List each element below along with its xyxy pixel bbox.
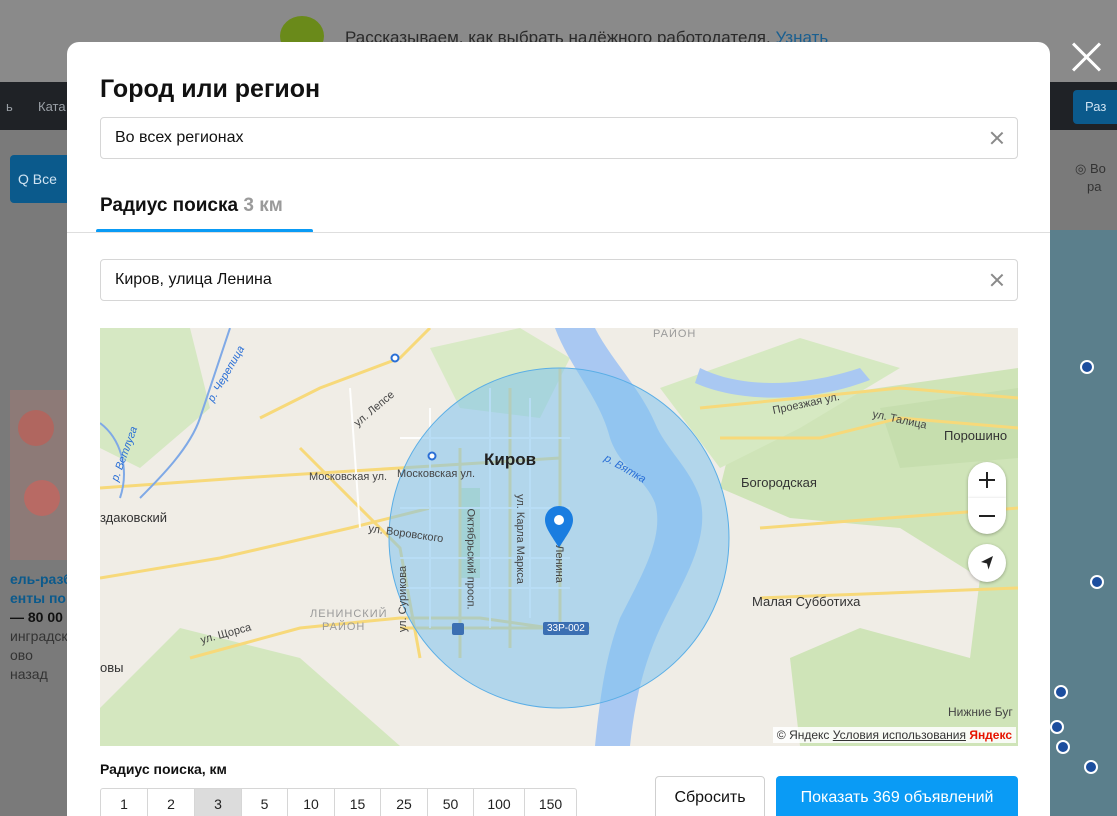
card-date: назад: [10, 666, 48, 682]
location-line-2: ра: [1087, 179, 1102, 194]
navigation-arrow-icon: [981, 556, 993, 570]
nav-post-button: Раз: [1073, 90, 1117, 124]
region-field[interactable]: [100, 117, 1018, 159]
background-card-text: ель-разб енты по — 80 00 инградск ово на…: [10, 570, 72, 684]
yandex-logo[interactable]: Яндекс: [969, 728, 1012, 742]
card-price: — 80 00: [10, 609, 63, 625]
tab-label: Радиус поиска: [100, 195, 239, 216]
map-label-leninsky-2: РАЙОН: [322, 621, 366, 633]
address-field[interactable]: [100, 259, 1018, 301]
nav-item-partial: ь: [6, 99, 13, 114]
map-label-city: Киров: [484, 450, 537, 469]
map-label-ovy: овы: [100, 660, 124, 675]
background-card-photo: [10, 390, 68, 560]
map-label-bogorodskaya: Богородская: [741, 475, 817, 490]
card-title-line-2: енты по: [10, 590, 66, 606]
map-label-oktyabrsky: Октябрьский просп.: [464, 508, 477, 610]
nav-item-catalog: Ката: [38, 99, 66, 114]
map-label-zdakovsky: здаковский: [100, 510, 168, 525]
tabs-divider: [67, 232, 1050, 233]
radius-option-3[interactable]: 3: [195, 789, 242, 816]
reset-button[interactable]: Сбросить: [655, 776, 765, 816]
radius-option-150[interactable]: 150: [525, 789, 576, 816]
location-pin-icon: ◎: [1075, 161, 1090, 176]
card-title-line-1: ель-разб: [10, 571, 72, 587]
radius-option-5[interactable]: 5: [242, 789, 288, 816]
map-road-badge: 33Р-002: [543, 622, 589, 635]
tab-radius-value: 3 км: [243, 195, 283, 216]
background-map: [1050, 230, 1117, 816]
map-label-leninsky-1: ЛЕНИНСКИЙ: [310, 608, 388, 620]
radius-option-15[interactable]: 15: [335, 789, 381, 816]
map-label-malaya-subbotikha: Малая Субботиха: [752, 594, 861, 609]
attribution-copyright: © Яндекс: [776, 728, 830, 742]
clear-region-icon[interactable]: [987, 128, 1007, 148]
modal-title: Город или регион: [100, 75, 321, 103]
radius-option-10[interactable]: 10: [288, 789, 335, 816]
radius-label: Радиус поиска, км: [100, 761, 227, 777]
map-label-lenina: Ленина: [552, 545, 565, 583]
location-modal: Город или регион Радиус поиска 3 км: [67, 42, 1050, 816]
locate-button[interactable]: [968, 544, 1006, 582]
radius-option-25[interactable]: 25: [381, 789, 428, 816]
map-label-moskovskaya-2: Московская ул.: [397, 468, 476, 480]
map-label-karla-marksa: ул. Карла Маркса: [513, 494, 526, 584]
clear-address-icon[interactable]: [987, 270, 1007, 290]
radius-option-1[interactable]: 1: [101, 789, 148, 816]
map-marker: [1050, 720, 1064, 734]
map-marker: [1084, 760, 1098, 774]
background-search-button: Q Все: [10, 155, 68, 203]
location-line-1: Во: [1089, 161, 1106, 176]
card-address-1: инградск: [10, 628, 68, 644]
region-input[interactable]: [115, 118, 975, 158]
map[interactable]: РАЙОН Проезжая ул. ул. Талица Порошино Б…: [100, 328, 1018, 746]
background-location: ◎ Во ра: [1075, 160, 1106, 196]
radius-option-50[interactable]: 50: [428, 789, 474, 816]
show-listings-button[interactable]: Показать 369 объявлений: [776, 776, 1018, 816]
radius-selector: 1 2 3 5 10 15 25 50 100 150: [100, 788, 577, 816]
terms-of-use-link[interactable]: Условия использования: [833, 728, 966, 742]
map-marker: [1054, 685, 1068, 699]
radius-option-2[interactable]: 2: [148, 789, 195, 816]
radius-option-100[interactable]: 100: [474, 789, 525, 816]
map-marker: [1090, 575, 1104, 589]
card-address-2: ово: [10, 647, 33, 663]
map-label-surikova: ул. Сурикова: [397, 565, 410, 633]
tab-search-radius[interactable]: Радиус поиска 3 км: [100, 195, 283, 217]
close-modal-icon[interactable]: [1066, 36, 1108, 78]
address-input[interactable]: [115, 260, 975, 300]
map-marker: [1056, 740, 1070, 754]
map-marker: [1080, 360, 1094, 374]
map-label-moskovskaya-1: Московская ул.: [309, 471, 388, 483]
map-attribution: © Яндекс Условия использования Яндекс: [772, 727, 1016, 743]
map-label-nizhnie-bug: Нижние Буг: [948, 705, 1013, 719]
map-label-raion-top: РАЙОН: [653, 328, 697, 340]
map-canvas: [100, 328, 1018, 746]
map-label-poroshino: Порошино: [944, 428, 1008, 443]
zoom-in-button[interactable]: [968, 462, 1006, 498]
